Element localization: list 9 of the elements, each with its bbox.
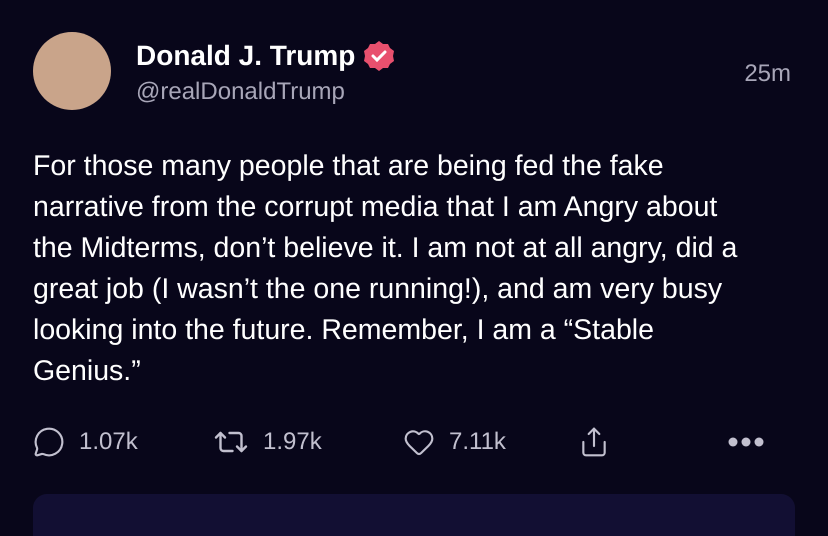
more-icon	[728, 437, 764, 447]
post-text: For those many people that are being fed the fake narrative from the corrupt media that I am Angry about the Midterms, don’t believe it. I am not at all angry, did a great job (I wasn’t the one running!), and am very busy looking into the future. Remember, I am a “Stable Genius.”	[33, 149, 738, 389]
post-time: 25m	[744, 59, 792, 88]
author-name: Donald J. Trump	[136, 40, 356, 72]
like-button[interactable]: 7.11k	[403, 426, 578, 458]
repost-button[interactable]: 1.97k	[213, 424, 403, 460]
comment-icon	[33, 426, 65, 458]
reply-button[interactable]: 1.07k	[33, 426, 213, 458]
author-handle: @realDonaldTrump	[136, 78, 346, 106]
